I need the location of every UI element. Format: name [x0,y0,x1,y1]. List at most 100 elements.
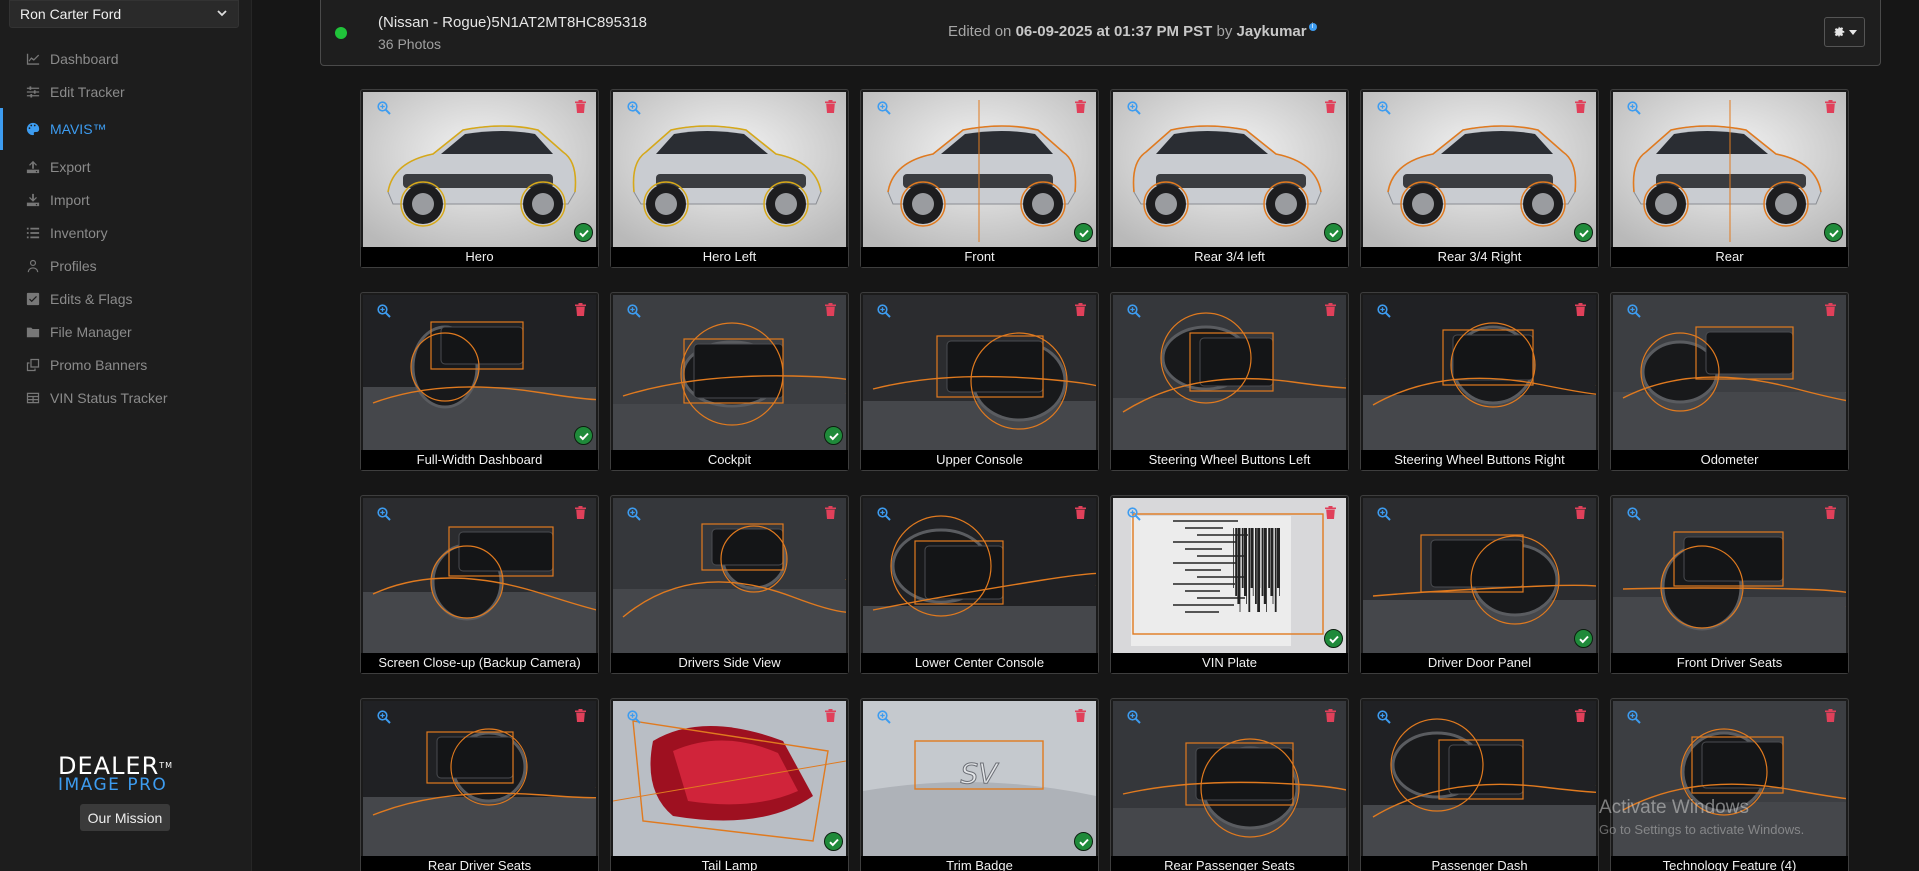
trash-icon[interactable] [825,506,836,519]
photo-thumbnail[interactable] [1363,498,1596,654]
photo-card[interactable]: Hero Left [610,89,849,268]
zoom-in-icon[interactable] [377,304,391,318]
sidebar-item-dashboard[interactable]: Dashboard [0,42,252,75]
photo-card[interactable]: Front Driver Seats [1610,495,1849,674]
zoom-in-icon[interactable] [627,304,641,318]
photo-thumbnail[interactable] [363,701,596,857]
zoom-in-icon[interactable] [1127,304,1141,318]
zoom-in-icon[interactable] [1627,101,1641,115]
photo-card[interactable]: Full-Width Dashboard [360,292,599,471]
trash-icon[interactable] [575,709,586,722]
trash-icon[interactable] [1825,709,1836,722]
trash-icon[interactable] [1325,506,1336,519]
trash-icon[interactable] [575,303,586,316]
photo-card[interactable]: Passenger Dash [1360,698,1599,871]
zoom-in-icon[interactable] [1627,507,1641,521]
trash-icon[interactable] [1575,100,1586,113]
trash-icon[interactable] [825,709,836,722]
zoom-in-icon[interactable] [1377,101,1391,115]
photo-card[interactable]: Steering Wheel Buttons Left [1110,292,1349,471]
photo-thumbnail[interactable] [1613,498,1846,654]
photo-card[interactable]: Rear 3/4 left [1110,89,1349,268]
zoom-in-icon[interactable] [877,101,891,115]
photo-card[interactable]: Rear 3/4 Right [1360,89,1599,268]
photo-card[interactable]: Tail Lamp [610,698,849,871]
photo-thumbnail[interactable] [363,92,596,248]
zoom-in-icon[interactable] [877,304,891,318]
zoom-in-icon[interactable] [877,710,891,724]
photo-card[interactable]: Screen Close-up (Backup Camera) [360,495,599,674]
trash-icon[interactable] [1075,303,1086,316]
photo-thumbnail[interactable] [1113,295,1346,451]
trash-icon[interactable] [575,100,586,113]
photo-thumbnail[interactable] [363,295,596,451]
photo-card[interactable]: Technology Feature (4) [1610,698,1849,871]
photo-thumbnail[interactable]: SV [863,701,1096,857]
photo-card[interactable]: Odometer [1610,292,1849,471]
sidebar-item-import[interactable]: Import [0,183,252,216]
photo-card[interactable]: Drivers Side View [610,495,849,674]
trash-icon[interactable] [1325,709,1336,722]
trash-icon[interactable] [1575,506,1586,519]
sidebar-item-edits-flags[interactable]: Edits & Flags [0,282,252,315]
photo-thumbnail[interactable] [613,92,846,248]
photo-thumbnail[interactable] [363,498,596,654]
photo-card[interactable]: Cockpit [610,292,849,471]
zoom-in-icon[interactable] [1377,710,1391,724]
trash-icon[interactable] [1825,100,1836,113]
trash-icon[interactable] [1575,303,1586,316]
photo-card[interactable]: SV Trim Badge [860,698,1099,871]
photo-thumbnail[interactable] [613,498,846,654]
photo-card[interactable]: Upper Console [860,292,1099,471]
trash-icon[interactable] [1075,709,1086,722]
sidebar-item-promo-banners[interactable]: Promo Banners [0,348,252,381]
photo-thumbnail[interactable] [613,295,846,451]
trash-icon[interactable] [1075,506,1086,519]
zoom-in-icon[interactable] [1627,304,1641,318]
photo-card[interactable]: Lower Center Console [860,495,1099,674]
zoom-in-icon[interactable] [377,710,391,724]
sidebar-item-file-manager[interactable]: File Manager [0,315,252,348]
zoom-in-icon[interactable] [1377,304,1391,318]
sidebar-item-vin-status-tracker[interactable]: VIN Status Tracker [0,381,252,414]
photo-thumbnail[interactable] [1613,295,1846,451]
trash-icon[interactable] [1825,303,1836,316]
zoom-in-icon[interactable] [627,507,641,521]
photo-thumbnail[interactable] [1363,295,1596,451]
photo-card[interactable]: Rear [1610,89,1849,268]
sidebar-item-edit-tracker[interactable]: Edit Tracker [0,75,252,108]
zoom-in-icon[interactable] [1127,101,1141,115]
photo-thumbnail[interactable] [613,701,846,857]
photo-card[interactable]: Rear Passenger Seats [1110,698,1349,871]
photo-card[interactable]: Hero [360,89,599,268]
zoom-in-icon[interactable] [377,507,391,521]
trash-icon[interactable] [1325,100,1336,113]
photo-thumbnail[interactable] [1113,92,1346,248]
photo-card[interactable]: VIN Plate [1110,495,1349,674]
photo-thumbnail[interactable] [1363,701,1596,857]
photo-thumbnail[interactable] [863,295,1096,451]
trash-icon[interactable] [1075,100,1086,113]
sidebar-item-export[interactable]: Export [0,150,252,183]
trash-icon[interactable] [1325,303,1336,316]
sidebar-item-mavis[interactable]: MAVIS™ [0,108,252,150]
zoom-in-icon[interactable] [377,101,391,115]
photo-card[interactable]: Rear Driver Seats [360,698,599,871]
trash-icon[interactable] [825,100,836,113]
photo-card[interactable]: Driver Door Panel [1360,495,1599,674]
photo-card[interactable]: Front [860,89,1099,268]
zoom-in-icon[interactable] [627,101,641,115]
trash-icon[interactable] [1825,506,1836,519]
zoom-in-icon[interactable] [627,710,641,724]
sidebar-item-profiles[interactable]: Profiles [0,249,252,282]
photo-thumbnail[interactable] [1113,701,1346,857]
zoom-in-icon[interactable] [877,507,891,521]
zoom-in-icon[interactable] [1377,507,1391,521]
dealer-select[interactable]: Ron Carter Ford [9,0,239,28]
photo-thumbnail[interactable] [1113,498,1346,654]
trash-icon[interactable] [825,303,836,316]
sidebar-item-inventory[interactable]: Inventory [0,216,252,249]
photo-thumbnail[interactable] [863,498,1096,654]
photo-thumbnail[interactable] [863,92,1096,248]
settings-dropdown-button[interactable] [1824,17,1865,47]
